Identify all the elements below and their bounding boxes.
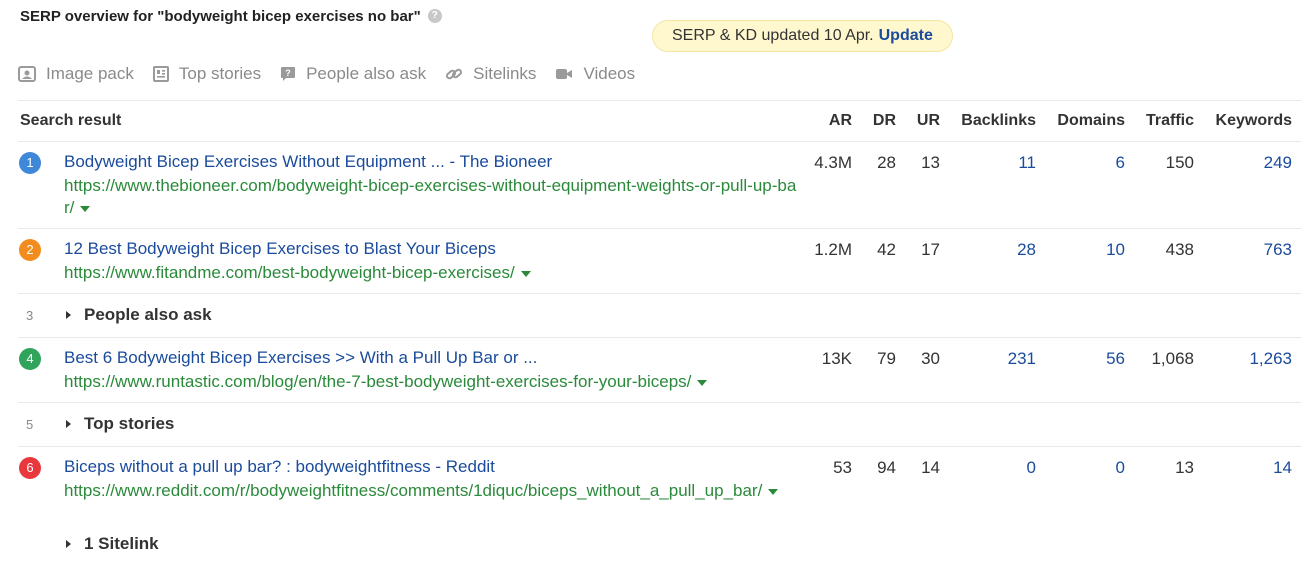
expander-label: People also ask [84, 305, 212, 324]
cell-backlinks[interactable]: 0 [1027, 458, 1036, 478]
result-url-text[interactable]: https://www.thebioneer.com/bodyweight-bi… [64, 176, 796, 217]
title-row: SERP overview for "bodyweight bicep exer… [20, 5, 442, 27]
divider [18, 100, 1301, 101]
video-camera-icon [556, 69, 573, 79]
cell-dr: 94 [877, 458, 896, 477]
result-title-link[interactable]: 12 Best Bodyweight Bicep Exercises to Bl… [64, 239, 496, 259]
feature-sitelinks: Sitelinks [445, 64, 536, 84]
cell-ur: 14 [921, 458, 940, 477]
feature-label: Image pack [46, 64, 134, 83]
result-url-text[interactable]: https://www.runtastic.com/blog/en/the-7-… [64, 372, 691, 391]
cell-keywords[interactable]: 763 [1264, 240, 1292, 260]
question-bubble-icon: ? [281, 67, 296, 81]
cell-ur: 13 [921, 153, 940, 172]
cell-domains[interactable]: 56 [1106, 349, 1125, 369]
page-title: SERP overview for "bodyweight bicep exer… [20, 7, 421, 25]
caret-down-icon[interactable] [520, 270, 531, 277]
help-icon[interactable]: ? [427, 9, 442, 23]
cell-backlinks[interactable]: 11 [1018, 153, 1036, 173]
result-url[interactable]: https://www.fitandme.com/best-bodyweight… [64, 262, 799, 284]
serp-features: Image pack Top stories ? People also ask… [18, 62, 654, 86]
cell-traffic: 1,068 [1151, 349, 1194, 368]
cell-domains[interactable]: 10 [1106, 240, 1125, 260]
cell-ur: 17 [921, 240, 940, 259]
table-row: 3 People also ask [0, 293, 1301, 337]
cell-backlinks[interactable]: 231 [1008, 349, 1036, 369]
cell-ar: 4.3M [814, 153, 852, 172]
col-keywords[interactable]: Keywords [1216, 112, 1292, 130]
cell-domains[interactable]: 0 [1116, 458, 1125, 478]
rank-badge: 2 [19, 239, 41, 261]
col-ar[interactable]: AR [829, 112, 852, 130]
col-search-result: Search result [20, 112, 122, 129]
rank-badge: 1 [19, 152, 41, 174]
col-ur[interactable]: UR [917, 112, 940, 130]
caret-right-icon [66, 420, 71, 428]
caret-right-icon [66, 540, 71, 548]
cell-traffic: 150 [1165, 153, 1194, 172]
cell-ar: 53 [833, 458, 852, 477]
expander-label: Top stories [84, 414, 175, 433]
expander-label: 1 Sitelink [84, 534, 159, 553]
cell-backlinks[interactable]: 28 [1017, 240, 1036, 260]
svg-text:?: ? [285, 68, 291, 78]
result-url[interactable]: https://www.runtastic.com/blog/en/the-7-… [64, 371, 799, 393]
result-url-text[interactable]: https://www.fitandme.com/best-bodyweight… [64, 263, 515, 282]
feature-people-also-ask: ? People also ask [280, 64, 426, 84]
table-header: Search result AR DR UR Backlinks Domains… [0, 102, 1301, 140]
result-url-text[interactable]: https://www.reddit.com/r/bodyweightfitne… [64, 481, 762, 500]
col-dr[interactable]: DR [873, 112, 896, 130]
top-stories-expander[interactable]: Top stories [66, 414, 174, 434]
cell-ar: 13K [821, 349, 852, 368]
feature-label: Sitelinks [473, 64, 537, 83]
caret-right-icon [66, 311, 71, 319]
update-link[interactable]: Update [879, 27, 933, 45]
col-backlinks[interactable]: Backlinks [961, 112, 1036, 130]
result-title-link[interactable]: Biceps without a pull up bar? : bodyweig… [64, 457, 495, 477]
table-row: 5 Top stories [0, 402, 1301, 446]
feature-videos: Videos [555, 64, 635, 84]
cell-keywords[interactable]: 249 [1264, 153, 1292, 173]
result-url[interactable]: https://www.reddit.com/r/bodyweightfitne… [64, 480, 799, 502]
cell-keywords[interactable]: 14 [1273, 458, 1292, 478]
feature-label: People also ask [306, 64, 427, 83]
table-row: 2 12 Best Bodyweight Bicep Exercises to … [0, 228, 1301, 293]
cell-dr: 42 [877, 240, 896, 259]
col-traffic[interactable]: Traffic [1146, 112, 1194, 130]
table-row: 4 Best 6 Bodyweight Bicep Exercises >> W… [0, 337, 1301, 402]
caret-down-icon[interactable] [80, 205, 91, 212]
table-row: 1 Bodyweight Bicep Exercises Without Equ… [0, 141, 1301, 228]
caret-down-icon[interactable] [768, 488, 779, 495]
cell-traffic: 13 [1175, 458, 1194, 477]
rank-number: 5 [26, 417, 34, 432]
cell-traffic: 438 [1165, 240, 1194, 259]
feature-top-stories: Top stories [152, 64, 262, 84]
rank-badge: 6 [19, 457, 41, 479]
table-row: 6 Biceps without a pull up bar? : bodywe… [0, 446, 1301, 561]
result-title-link[interactable]: Best 6 Bodyweight Bicep Exercises >> Wit… [64, 348, 537, 368]
rank-number: 3 [26, 308, 34, 323]
cell-ur: 30 [921, 349, 940, 368]
update-banner: SERP & KD updated 10 Apr. Update [652, 20, 953, 52]
feature-label: Videos [583, 64, 636, 83]
col-domains[interactable]: Domains [1057, 112, 1125, 130]
cell-dr: 28 [877, 153, 896, 172]
update-banner-text: SERP & KD updated 10 Apr. [672, 27, 874, 44]
sitelinks-expander[interactable]: 1 Sitelink [66, 534, 159, 554]
cell-dr: 79 [877, 349, 896, 368]
cell-keywords[interactable]: 1,263 [1249, 349, 1292, 369]
newspaper-icon [152, 66, 169, 82]
feature-label: Top stories [178, 64, 262, 83]
people-also-ask-expander[interactable]: People also ask [66, 305, 212, 325]
image-icon [18, 66, 36, 82]
link-icon [446, 68, 463, 80]
cell-domains[interactable]: 6 [1116, 153, 1125, 173]
result-url[interactable]: https://www.thebioneer.com/bodyweight-bi… [64, 175, 799, 219]
rank-badge: 4 [19, 348, 41, 370]
cell-ar: 1.2M [814, 240, 852, 259]
caret-down-icon[interactable] [697, 379, 708, 386]
feature-image-pack: Image pack [18, 64, 134, 84]
result-title-link[interactable]: Bodyweight Bicep Exercises Without Equip… [64, 152, 552, 172]
